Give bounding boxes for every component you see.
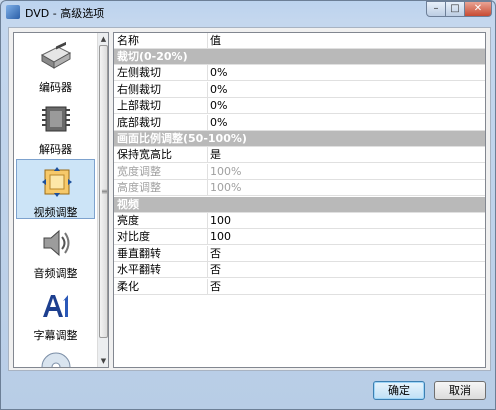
column-header-name[interactable]: 名称 bbox=[117, 33, 208, 48]
category-label: 视频 bbox=[117, 197, 139, 211]
category-sidebar: 编码器 解码器 视频调整 音频调整 字幕调整 ▲ ≡ ▼ bbox=[13, 32, 109, 368]
sidebar-item-label: 视频调整 bbox=[33, 206, 78, 219]
grip-icon: ≡ bbox=[101, 187, 108, 196]
property-name: 左侧裁切 bbox=[117, 65, 208, 81]
sidebar-scrollbar[interactable]: ▲ ≡ ▼ bbox=[97, 33, 108, 367]
property-row[interactable]: 水平翻转否 bbox=[114, 262, 485, 279]
category-row: 裁切(0-20%) bbox=[114, 49, 485, 65]
category-row: 视频 bbox=[114, 196, 485, 213]
property-value[interactable]: 是 bbox=[210, 147, 480, 162]
sidebar-item-label: 解码器 bbox=[39, 143, 72, 156]
property-name: 底部裁切 bbox=[117, 114, 208, 130]
property-value[interactable]: 100 bbox=[210, 229, 480, 244]
close-button[interactable]: ✕ bbox=[464, 1, 492, 17]
sidebar-item-label: 音频调整 bbox=[33, 267, 78, 280]
disc-icon bbox=[41, 352, 71, 367]
sidebar-item-encoder[interactable]: 编码器 bbox=[16, 35, 95, 95]
property-value[interactable]: 0% bbox=[210, 65, 480, 80]
sidebar-item-label: 字幕调整 bbox=[33, 329, 78, 342]
property-name: 高度调整 bbox=[117, 180, 208, 196]
category-label: 裁切(0-20%) bbox=[117, 50, 188, 63]
property-name: 宽度调整 bbox=[117, 163, 208, 179]
property-value[interactable]: 否 bbox=[210, 279, 480, 294]
property-name: 亮度 bbox=[117, 213, 208, 228]
property-row[interactable]: 高度调整 100% bbox=[114, 180, 485, 197]
property-name: 垂直翻转 bbox=[117, 245, 208, 261]
property-name: 柔化 bbox=[117, 278, 208, 294]
property-grid: 名称 值 裁切(0-20%) 左侧裁切 0% 右侧裁切 0% 上部裁切 0% 底部裁切 0% 画面… bbox=[113, 32, 486, 368]
sidebar-item-disc[interactable] bbox=[16, 345, 95, 367]
property-row[interactable]: 柔化否 bbox=[114, 278, 485, 295]
property-value[interactable]: 否 bbox=[210, 246, 480, 261]
cancel-button[interactable]: 取消 bbox=[434, 381, 486, 400]
scroll-up-icon[interactable]: ▲ bbox=[98, 33, 108, 45]
property-name: 上部裁切 bbox=[117, 98, 208, 114]
property-row[interactable]: 左侧裁切 0% bbox=[114, 65, 485, 82]
property-row[interactable]: 宽度调整 100% bbox=[114, 163, 485, 180]
grid-header: 名称 值 bbox=[114, 33, 485, 49]
dialog-window: DVD - 高级选项 – □ ✕ 编码器 解码器 视频调整 音频调整 字幕调整 … bbox=[0, 0, 496, 410]
dialog-content: 编码器 解码器 视频调整 音频调整 字幕调整 ▲ ≡ ▼ 名称 值 裁切(0-2… bbox=[8, 27, 491, 371]
property-value[interactable]: 0% bbox=[210, 98, 480, 113]
maximize-button[interactable]: □ bbox=[445, 1, 465, 17]
ok-button[interactable]: 确定 bbox=[373, 381, 425, 400]
property-value[interactable]: 否 bbox=[210, 262, 480, 277]
minimize-button[interactable]: – bbox=[426, 1, 446, 17]
property-value[interactable]: 0% bbox=[210, 82, 480, 97]
sidebar-item-video-adjust[interactable]: 视频调整 bbox=[16, 159, 95, 219]
sidebar-item-label: 编码器 bbox=[39, 81, 72, 94]
property-name: 水平翻转 bbox=[117, 262, 208, 278]
property-name: 对比度 bbox=[117, 229, 208, 245]
property-value[interactable]: 0% bbox=[210, 115, 480, 130]
audio-adjust-icon bbox=[43, 229, 70, 257]
sidebar-item-decoder[interactable]: 解码器 bbox=[16, 97, 95, 157]
column-header-value[interactable]: 值 bbox=[210, 33, 480, 48]
property-row[interactable]: 垂直翻转否 bbox=[114, 245, 485, 262]
category-row: 画面比例调整(50-100%) bbox=[114, 131, 485, 147]
subtitle-adjust-icon bbox=[43, 295, 68, 317]
property-row[interactable]: 亮度 100 bbox=[114, 213, 485, 229]
property-name: 保持宽高比 bbox=[117, 147, 208, 163]
scrollbar-thumb[interactable]: ≡ bbox=[99, 45, 108, 338]
property-row[interactable]: 对比度 100 bbox=[114, 229, 485, 246]
property-value: 100% bbox=[210, 181, 242, 195]
property-row[interactable]: 底部裁切 0% bbox=[114, 114, 485, 131]
title-bar[interactable]: DVD - 高级选项 – □ ✕ bbox=[1, 1, 495, 23]
property-value[interactable]: 100 bbox=[210, 213, 480, 228]
sidebar-item-subtitle-adjust[interactable]: 字幕调整 bbox=[16, 283, 95, 343]
app-icon bbox=[6, 5, 20, 19]
video-adjust-icon bbox=[42, 167, 72, 197]
property-value: 100% bbox=[210, 164, 242, 178]
property-row[interactable]: 上部裁切 0% bbox=[114, 98, 485, 115]
scroll-down-icon[interactable]: ▼ bbox=[98, 355, 108, 367]
decoder-icon bbox=[42, 106, 70, 132]
sidebar-item-audio-adjust[interactable]: 音频调整 bbox=[16, 221, 95, 281]
window-title: DVD - 高级选项 bbox=[25, 7, 105, 20]
property-row[interactable]: 保持宽高比是 bbox=[114, 147, 485, 164]
property-row[interactable]: 右侧裁切 0% bbox=[114, 81, 485, 98]
property-name: 右侧裁切 bbox=[117, 81, 208, 97]
encoder-icon bbox=[40, 41, 72, 69]
category-label: 画面比例调整(50-100%) bbox=[117, 132, 247, 145]
